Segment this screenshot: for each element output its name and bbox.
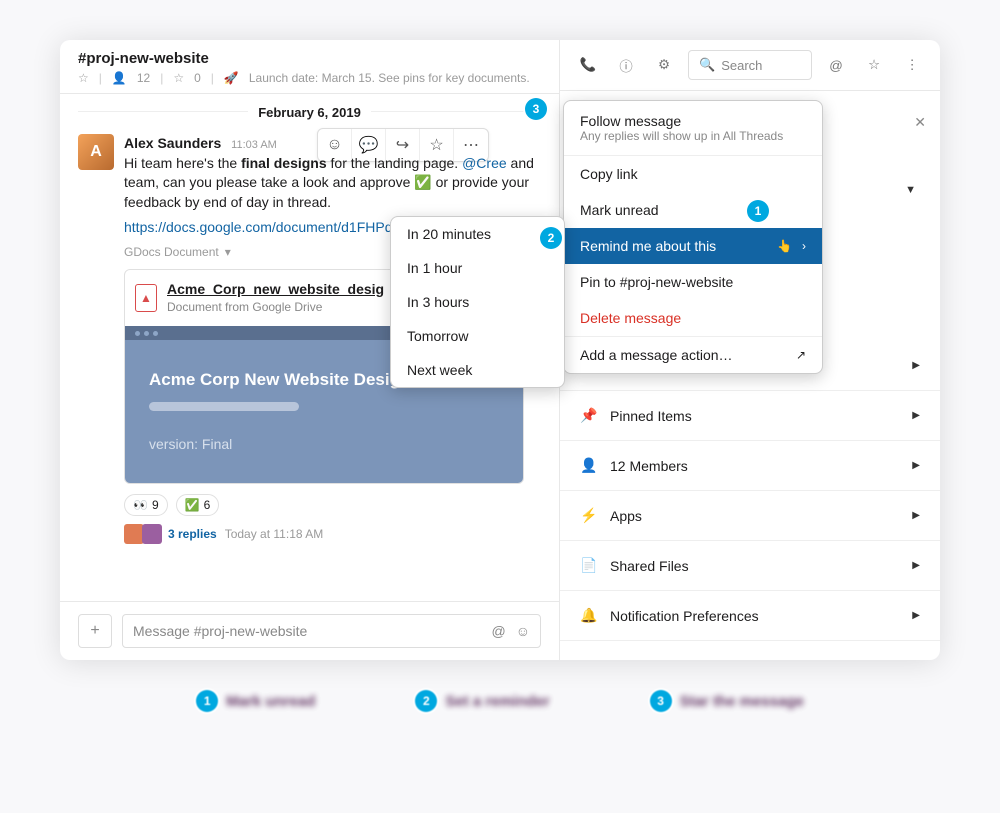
cursor-icon: 👆 › [777, 239, 806, 253]
remind-submenu: In 20 minutes In 1 hour In 3 hours Tomor… [390, 216, 565, 388]
person-icon: 👤 [580, 457, 598, 474]
menu-add-action[interactable]: Add a message action… ↗ [564, 337, 822, 373]
gear-icon[interactable]: ⚙ [650, 51, 678, 79]
call-icon[interactable]: 📞 [574, 51, 602, 79]
preview-progress-bar [149, 402, 299, 411]
menu-remind-me[interactable]: Remind me about this 👆 › [564, 228, 822, 264]
thread-replies[interactable]: 3 replies Today at 11:18 AM [124, 524, 541, 544]
menu-mark-unread[interactable]: Mark unread [564, 192, 822, 228]
star-icon[interactable]: ☆ [78, 71, 89, 85]
message-input[interactable]: Message #proj-new-website @ ☺ [122, 614, 541, 648]
remind-tomorrow[interactable]: Tomorrow [391, 319, 564, 353]
star-icon[interactable]: ☆ [860, 51, 888, 79]
channel-name[interactable]: #proj-new-website [78, 50, 541, 67]
remind-20m[interactable]: In 20 minutes [391, 217, 564, 251]
topic-emoji: 🚀 [224, 71, 239, 85]
message-author[interactable]: Alex Saunders [124, 135, 221, 151]
file-icon: 📄 [580, 557, 598, 574]
emoji-icon[interactable]: ☺ [516, 623, 530, 639]
callout-badge-2: 2 [540, 227, 562, 249]
reaction-eyes[interactable]: 👀9 [124, 494, 168, 517]
external-icon: ↗ [796, 348, 806, 362]
menu-copy-link[interactable]: Copy link [564, 156, 822, 192]
menu-delete[interactable]: Delete message [564, 300, 822, 336]
legend-2: 2 Set a reminder [415, 690, 549, 712]
at-icon[interactable]: @ [822, 51, 850, 79]
message-actions-menu: Follow message Any replies will show up … [563, 100, 823, 374]
avatar[interactable]: A [78, 134, 114, 170]
follow-sub: Any replies will show up in All Threads [580, 129, 806, 143]
remind-1h[interactable]: In 1 hour [391, 251, 564, 285]
doc-source: Document from Google Drive [167, 299, 384, 316]
info-icon[interactable]: ⓘ [612, 51, 640, 79]
date-divider: February 6, 2019 [60, 94, 559, 128]
channel-header: #proj-new-website ☆| 👤12| ☆0| 🚀 Launch d… [60, 40, 559, 94]
close-icon[interactable]: ✕ [914, 114, 926, 131]
channel-meta: ☆| 👤12| ☆0| 🚀 Launch date: March 15. See… [78, 71, 541, 85]
search-input[interactable]: 🔍 Search [688, 50, 812, 80]
section-apps[interactable]: ⚡ Apps▶ [560, 491, 940, 541]
pins-count: 0 [194, 71, 201, 85]
remind-next-week[interactable]: Next week [391, 353, 564, 387]
remind-3h[interactable]: In 3 hours [391, 285, 564, 319]
callout-badge-3: 3 [525, 98, 547, 120]
chevron-down-icon[interactable]: ▾ [225, 244, 231, 261]
mention[interactable]: @Cree [462, 155, 507, 171]
mention-icon[interactable]: @ [491, 623, 505, 639]
search-icon: 🔍 [699, 57, 715, 73]
kebab-icon[interactable]: ⋮ [898, 51, 926, 79]
follow-title[interactable]: Follow message [580, 113, 806, 129]
doc-title: Acme_Corp_new_website_desig [167, 280, 384, 300]
legend-3: 3 Star the message [650, 690, 804, 712]
side-header: 📞 ⓘ ⚙ 🔍 Search @ ☆ ⋮ [560, 40, 940, 91]
section-pinned[interactable]: 📌 Pinned Items▶ [560, 391, 940, 441]
bell-icon: 🔔 [580, 607, 598, 624]
message-text: Hi team here's the final designs for the… [124, 154, 541, 213]
chevron-right-icon: ▶ [912, 360, 920, 371]
reply-avatars [124, 524, 160, 544]
message-link[interactable]: https://docs.google.com/document/d1FHPdX [124, 219, 402, 235]
section-members[interactable]: 👤 12 Members▶ [560, 441, 940, 491]
section-files[interactable]: 📄 Shared Files▶ [560, 541, 940, 591]
pdf-icon: ▲ [135, 284, 157, 312]
message-time: 11:03 AM [231, 139, 277, 151]
preview-version: version: Final [149, 435, 499, 455]
attach-button[interactable]: + [78, 614, 112, 648]
members-count: 12 [137, 71, 150, 85]
menu-pin[interactable]: Pin to #proj-new-website [564, 264, 822, 300]
composer: + Message #proj-new-website @ ☺ [60, 601, 559, 660]
side-sections: ✦ Highlights▶ 📌 Pinned Items▶ 👤 12 Membe… [560, 341, 940, 660]
members-icon[interactable]: 👤 [112, 71, 127, 85]
pin-icon[interactable]: ☆ [173, 71, 184, 85]
chevron-down-icon[interactable]: ▼ [905, 184, 916, 196]
legend: 1 Mark unread 2 Set a reminder 3 Star th… [0, 690, 1000, 712]
search-placeholder: Search [721, 58, 762, 73]
legend-1: 1 Mark unread [196, 690, 315, 712]
composer-placeholder: Message #proj-new-website [133, 623, 307, 639]
reaction-check[interactable]: ✅6 [176, 494, 220, 517]
replies-time: Today at 11:18 AM [225, 526, 324, 543]
pin-icon: 📌 [580, 407, 598, 424]
channel-topic: Launch date: March 15. See pins for key … [249, 71, 530, 85]
callout-badge-1: 1 [747, 200, 769, 222]
bolt-icon: ⚡ [580, 507, 598, 524]
replies-link[interactable]: 3 replies [168, 526, 217, 543]
slack-window: #proj-new-website ☆| 👤12| ☆0| 🚀 Launch d… [60, 40, 940, 660]
reactions: 👀9 ✅6 [124, 494, 541, 517]
section-notifications[interactable]: 🔔 Notification Preferences▶ [560, 591, 940, 641]
